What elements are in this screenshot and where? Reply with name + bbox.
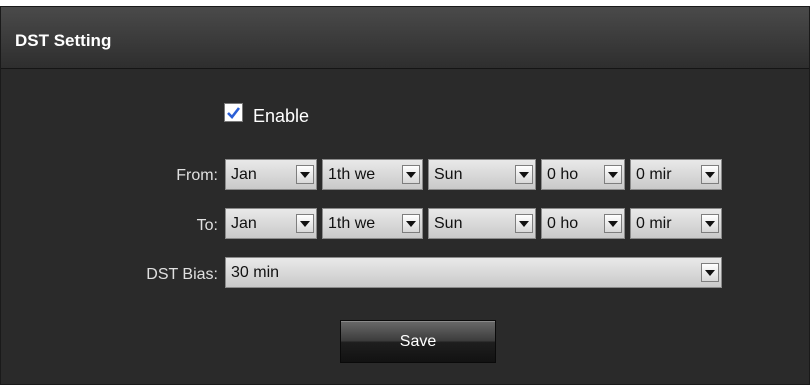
- chevron-down-icon[interactable]: [604, 214, 622, 233]
- to-minute-value: 0 mir: [636, 215, 672, 232]
- to-month-select[interactable]: Jan: [225, 208, 317, 239]
- chevron-down-icon[interactable]: [515, 214, 533, 233]
- to-day-value: Sun: [434, 215, 463, 232]
- to-minute-select[interactable]: 0 mir: [630, 208, 722, 239]
- from-day-value: Sun: [434, 166, 463, 183]
- to-hour-value: 0 ho: [547, 215, 579, 232]
- from-hour-select[interactable]: 0 ho: [541, 159, 625, 190]
- from-hour-value: 0 ho: [547, 166, 579, 183]
- chevron-down-icon[interactable]: [701, 165, 719, 184]
- enable-checkbox[interactable]: [224, 103, 243, 122]
- to-week-select[interactable]: 1th we: [322, 208, 423, 239]
- dst-bias-label: DST Bias:: [146, 266, 218, 283]
- chevron-down-icon[interactable]: [701, 263, 719, 282]
- dst-bias-value: 30 min: [231, 264, 280, 281]
- chevron-down-icon[interactable]: [402, 165, 420, 184]
- to-hour-select[interactable]: 0 ho: [541, 208, 625, 239]
- chevron-down-icon[interactable]: [402, 214, 420, 233]
- from-label: From:: [176, 167, 218, 184]
- from-week-value: 1th we: [328, 166, 376, 183]
- chevron-down-icon[interactable]: [296, 165, 314, 184]
- chevron-down-icon[interactable]: [701, 214, 719, 233]
- to-month-value: Jan: [231, 215, 257, 232]
- chevron-down-icon[interactable]: [296, 214, 314, 233]
- from-month-value: Jan: [231, 166, 257, 183]
- checkmark-icon: [227, 107, 241, 119]
- from-day-select[interactable]: Sun: [428, 159, 536, 190]
- panel-header: DST Setting: [1, 7, 809, 69]
- enable-label: Enable: [253, 106, 310, 126]
- from-week-select[interactable]: 1th we: [322, 159, 423, 190]
- to-week-value: 1th we: [328, 215, 376, 232]
- to-day-select[interactable]: Sun: [428, 208, 536, 239]
- save-button[interactable]: Save: [340, 320, 496, 363]
- save-button-label: Save: [399, 333, 437, 350]
- dst-bias-select[interactable]: 30 min: [225, 257, 722, 288]
- chevron-down-icon[interactable]: [515, 165, 533, 184]
- to-label: To:: [196, 217, 218, 234]
- chevron-down-icon[interactable]: [604, 165, 622, 184]
- from-minute-select[interactable]: 0 mir: [630, 159, 722, 190]
- from-minute-value: 0 mir: [636, 166, 672, 183]
- panel-title: DST Setting: [15, 31, 112, 50]
- from-month-select[interactable]: Jan: [225, 159, 317, 190]
